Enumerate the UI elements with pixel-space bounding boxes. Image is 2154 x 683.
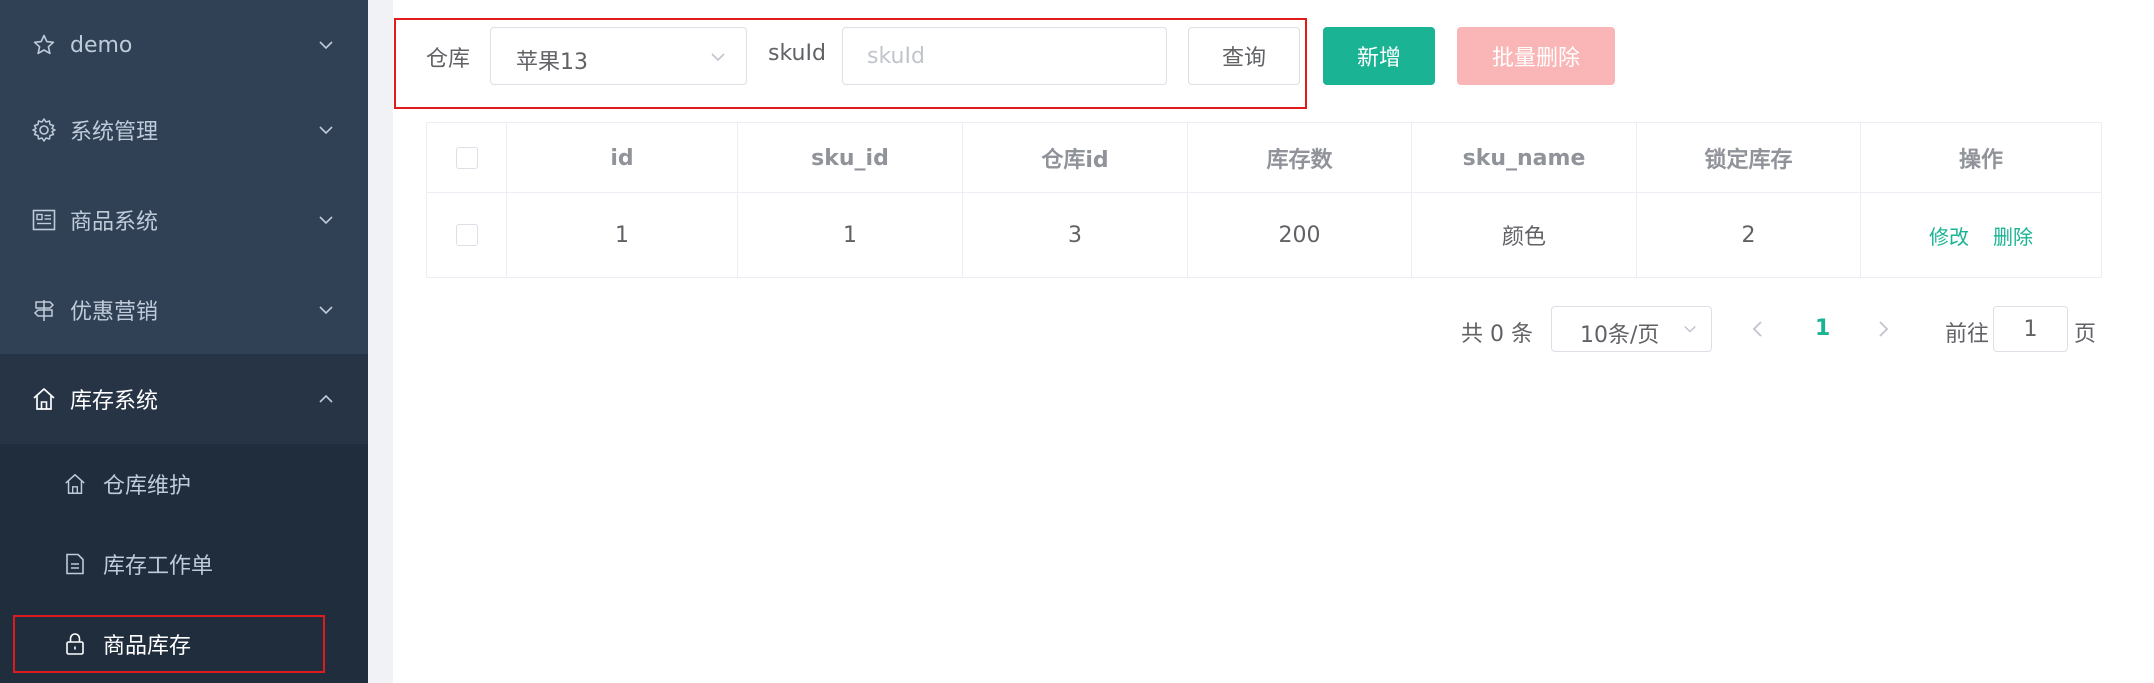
chevron-up-icon [319, 394, 333, 403]
chevron-down-icon [319, 41, 333, 50]
header-stock-locked: 锁定库存 [1637, 123, 1861, 193]
page-size-select[interactable]: 10条/页 [1551, 306, 1712, 352]
header-sku-id: sku_id [738, 123, 963, 193]
table-header-row: id sku_id 仓库id 库存数 sku_name 锁定库存 操作 [427, 123, 2101, 193]
cell-id: 1 [507, 193, 738, 277]
table-row: 1 1 3 200 颜色 2 修改 删除 [427, 193, 2101, 277]
row-checkbox-cell [427, 193, 507, 277]
sidebar: demo 系统管理 商品系统 优惠营销 库存系统 仓库维护 库存工作单 商品库存 [0, 0, 368, 683]
document-icon [63, 552, 87, 576]
cell-ware-id: 3 [963, 193, 1188, 277]
chevron-down-icon [319, 216, 333, 225]
prev-page-icon[interactable] [1750, 319, 1766, 339]
chevron-down-icon [711, 53, 725, 62]
sidebar-item-product[interactable]: 商品系统 [0, 175, 368, 265]
warehouse-label: 仓库 [426, 47, 471, 72]
inventory-submenu: 仓库维护 库存工作单 商品库存 [0, 444, 368, 683]
sidebar-item-demo[interactable]: demo [0, 0, 368, 90]
edit-link[interactable]: 修改 [1929, 221, 1969, 250]
sidebar-item-sku-stock[interactable]: 商品库存 [0, 604, 368, 683]
delete-link[interactable]: 删除 [1993, 221, 2033, 250]
header-ware-id: 仓库id [963, 123, 1188, 193]
header-stock: 库存数 [1188, 123, 1412, 193]
sidebar-item-label: 优惠营销 [70, 300, 159, 325]
cell-sku-id: 1 [738, 193, 963, 277]
sidebar-item-label: demo [70, 32, 133, 58]
cell-sku-name: 颜色 [1412, 193, 1637, 277]
pagination-total: 共 0 条 [1461, 322, 1533, 347]
batch-delete-button[interactable]: 批量删除 [1457, 27, 1615, 85]
sidebar-item-system[interactable]: 系统管理 [0, 85, 368, 175]
sidebar-item-label: 系统管理 [70, 120, 159, 145]
page-suffix: 页 [2074, 322, 2097, 347]
sidebar-item-label: 仓库维护 [103, 474, 192, 499]
cell-actions: 修改 删除 [1861, 193, 2101, 277]
lock-icon [63, 632, 87, 656]
current-page[interactable]: 1 [1815, 316, 1830, 341]
home-icon [31, 386, 57, 412]
app-root: demo 系统管理 商品系统 优惠营销 库存系统 仓库维护 库存工作单 商品库存… [0, 0, 2154, 683]
home-icon [63, 472, 87, 496]
goto-label: 前往 [1945, 322, 1990, 347]
next-page-icon[interactable] [1875, 319, 1891, 339]
query-button[interactable]: 查询 [1188, 27, 1300, 85]
sku-input[interactable] [842, 27, 1167, 85]
list-icon [31, 207, 57, 233]
header-id: id [507, 123, 738, 193]
cell-stock-locked: 2 [1637, 193, 1861, 277]
main-panel [393, 0, 2154, 683]
select-all-checkbox[interactable] [455, 147, 478, 169]
sidebar-item-label: 库存系统 [70, 389, 159, 414]
sidebar-item-label: 商品库存 [103, 634, 192, 659]
gear-icon [31, 117, 57, 143]
star-icon [31, 32, 57, 58]
page-size-value: 10条/页 [1580, 323, 1660, 348]
chevron-down-icon [1684, 325, 1696, 333]
sidebar-item-warehouse[interactable]: 仓库维护 [0, 444, 368, 524]
chevron-down-icon [319, 126, 333, 135]
header-checkbox-cell [427, 123, 507, 193]
warehouse-select[interactable]: 苹果13 [490, 27, 747, 85]
sku-label: skuId [768, 41, 826, 66]
signpost-icon [31, 297, 57, 323]
sidebar-item-marketing[interactable]: 优惠营销 [0, 265, 368, 355]
add-button[interactable]: 新增 [1323, 27, 1435, 85]
cell-stock: 200 [1188, 193, 1412, 277]
sidebar-item-work-order[interactable]: 库存工作单 [0, 524, 368, 604]
goto-page-input[interactable] [1993, 306, 2068, 352]
sidebar-item-inventory[interactable]: 库存系统 [0, 354, 368, 444]
sidebar-item-label: 商品系统 [70, 210, 159, 235]
warehouse-select-value: 苹果13 [516, 50, 588, 75]
sidebar-item-label: 库存工作单 [103, 554, 214, 579]
row-checkbox[interactable] [455, 224, 478, 246]
header-actions: 操作 [1958, 148, 2003, 173]
chevron-down-icon [319, 306, 333, 315]
header-sku-name: sku_name [1412, 123, 1637, 193]
data-table: id sku_id 仓库id 库存数 sku_name 锁定库存 操作 1 1 … [426, 122, 2102, 278]
